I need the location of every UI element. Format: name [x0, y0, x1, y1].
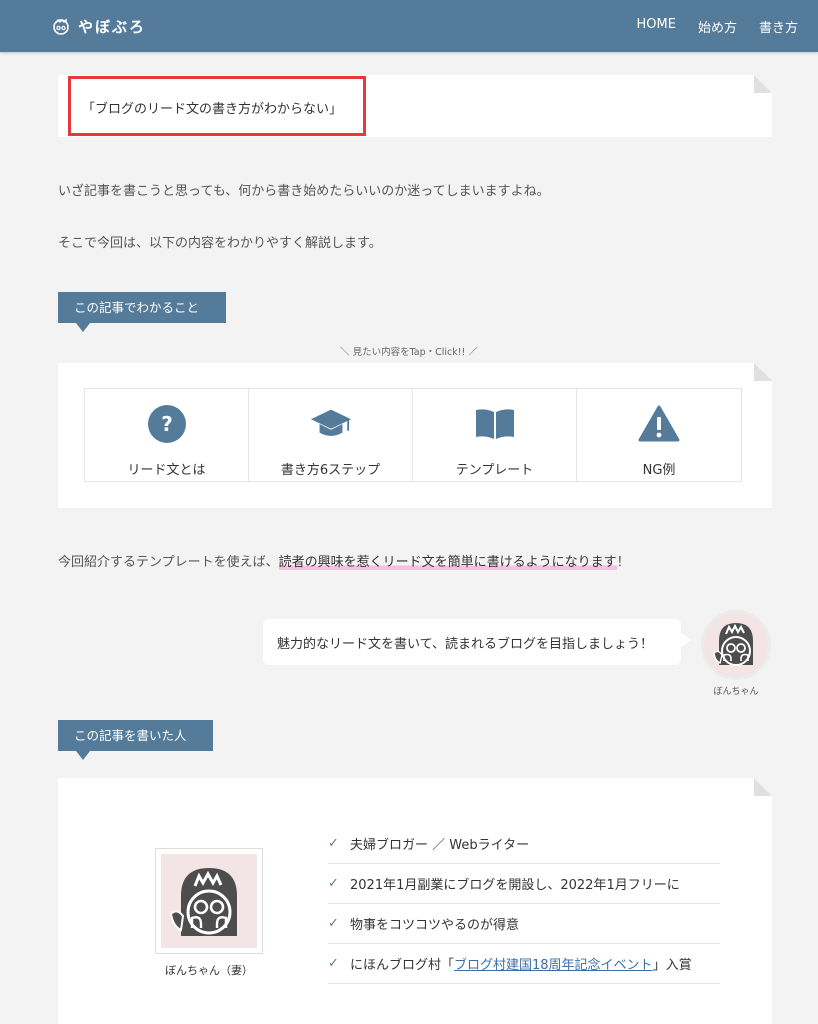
global-nav: HOME 始め方 書き方 [637, 17, 798, 36]
list-item-text: 夫婦ブロガー ／ Webライター [350, 838, 530, 853]
site-header: やぼぶろ HOME 始め方 書き方 [0, 0, 818, 52]
intro-paragraph-2: そこで今回は、以下の内容をわかりやすく解説します。 [58, 236, 382, 251]
toc-heading-tag: この記事でわかること [58, 292, 226, 332]
question-circle-icon: ? [146, 403, 188, 445]
nav-how-to-write[interactable]: 書き方 [759, 17, 798, 36]
logo-face-icon [53, 18, 69, 35]
speaker-avatar [701, 610, 771, 680]
check-icon: ✓ [328, 956, 339, 971]
toc-box: ? リード文とは 書き方6ステップ テンプレート NG例 [58, 363, 772, 508]
toc-label: NG例 [642, 463, 676, 478]
avatar-face-icon [169, 868, 237, 936]
site-logo[interactable]: やぼぶろ [52, 16, 146, 37]
toc-label: テンプレート [455, 463, 534, 478]
warning-icon [638, 403, 680, 445]
list-item-text: 」入賞 [652, 958, 692, 973]
summary-text: 今回紹介するテンプレートを使えば、 [58, 555, 279, 570]
nav-home[interactable]: HOME [637, 17, 676, 36]
author-name: ぼんちゃん（妻） [165, 964, 253, 977]
summary-paragraph: 今回紹介するテンプレートを使えば、読者の興味を惹くリード文を簡単に書けるようにな… [58, 551, 630, 570]
toc-item-lead-definition[interactable]: ? リード文とは [85, 389, 249, 481]
toc-item-template[interactable]: テンプレート [413, 389, 577, 481]
lead-quote-box: 「ブログのリード文の書き方がわからない」 [58, 75, 772, 137]
intro-paragraph-1: いざ記事を書こうと思っても、何から書き始めたらいいのか迷ってしまいますよね。 [58, 184, 550, 199]
dogear-corner [754, 75, 772, 93]
tap-hint: ＼ 見たい内容をTap・Click!! ／ [340, 347, 478, 358]
toc-item-six-steps[interactable]: 書き方6ステップ [249, 389, 413, 481]
nav-getting-started[interactable]: 始め方 [698, 17, 737, 36]
dogear-corner [754, 363, 772, 381]
check-icon: ✓ [328, 876, 339, 891]
list-item: ✓ 夫婦ブロガー ／ Webライター [328, 824, 720, 864]
list-item-text: にほんブログ村「 [350, 958, 455, 973]
list-item-text: 物事をコツコツやるのが得意 [350, 918, 520, 933]
toc-label: 書き方6ステップ [280, 463, 381, 478]
avatar-face-icon [713, 623, 753, 666]
toc-item-ng-examples[interactable]: NG例 [577, 389, 741, 481]
toc-grid: ? リード文とは 書き方6ステップ テンプレート NG例 [84, 388, 742, 482]
author-avatar [155, 848, 263, 954]
graduation-cap-icon [310, 403, 352, 445]
author-heading-tag: この記事を書いた人 [58, 720, 213, 760]
check-icon: ✓ [328, 836, 339, 851]
speaker-name: ぼんちゃん [713, 687, 759, 697]
marker-highlight: 読者の興味を惹くリード文を簡単に書けるようになります [278, 555, 617, 570]
site-name[interactable]: やぼぶろ [78, 16, 146, 37]
author-box: ぼんちゃん（妻） ✓ 夫婦ブロガー ／ Webライター ✓ 2021年1月副業にブロ… [58, 778, 772, 1024]
toc-label: リード文とは [127, 463, 206, 478]
dogear-corner [754, 778, 772, 796]
speech-bubble: 魅力的なリード文を書いて、読まれるブログを目指しましょう！ [263, 619, 691, 665]
list-item: ✓ 2021年1月副業にブログを開設し、2022年1月フリーに [328, 864, 720, 904]
list-item: ✓ にほんブログ村「 ブログ村建国18周年記念イベント 」入賞 [328, 944, 720, 984]
list-item-text: 2021年1月副業にブログを開設し、2022年1月フリーに [350, 878, 680, 893]
author-profile-list: ✓ 夫婦ブロガー ／ Webライター ✓ 2021年1月副業にブログを開設し、202… [328, 824, 720, 984]
summary-text-end: ！ [616, 555, 630, 570]
list-item: ✓ 物事をコツコツやるのが得意 [328, 904, 720, 944]
svg-text:?: ? [161, 412, 173, 436]
check-icon: ✓ [328, 916, 339, 931]
book-open-icon [474, 403, 516, 445]
event-link[interactable]: ブログ村建国18周年記念イベント [454, 954, 653, 973]
speech-text: 魅力的なリード文を書いて、読まれるブログを目指しましょう！ [277, 636, 653, 652]
lead-quote-text: 「ブログのリード文の書き方がわからない」 [82, 102, 343, 117]
